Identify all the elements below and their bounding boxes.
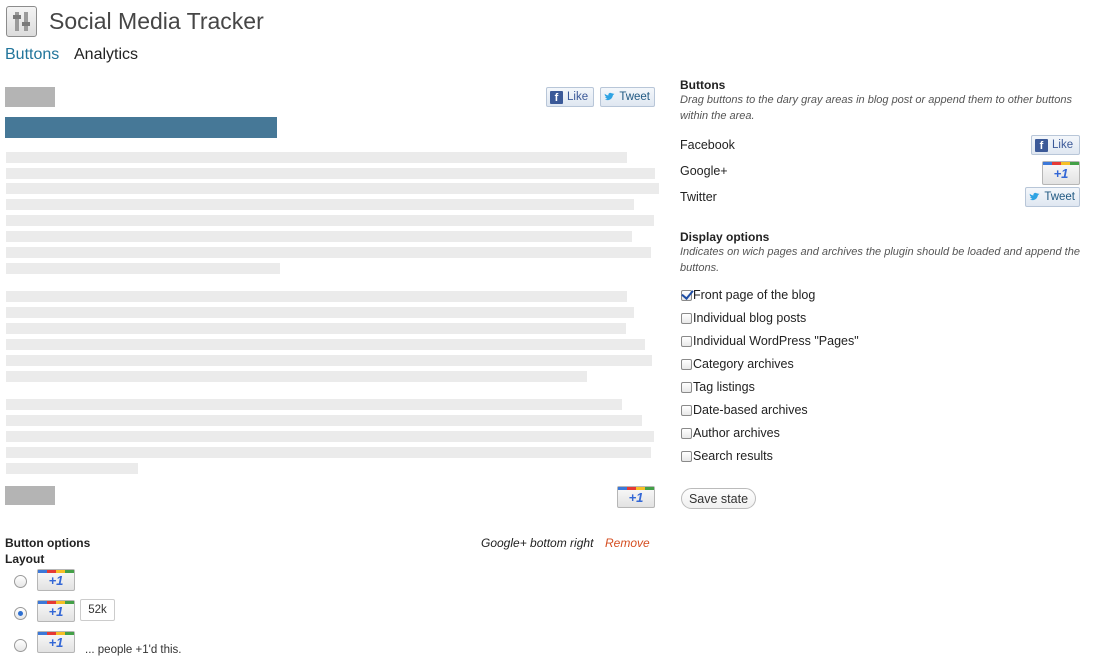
network-label-googleplus: Google+: [680, 164, 728, 178]
network-label-facebook: Facebook: [680, 138, 735, 152]
checkbox-date-archives[interactable]: [681, 404, 692, 416]
option-tag-listings[interactable]: Tag listings: [681, 380, 755, 394]
count-bubble: 52k: [80, 599, 115, 621]
button-options-heading: Button options: [5, 536, 91, 550]
top-left-drop-zone[interactable]: [5, 87, 55, 107]
plugin-logo-icon: [6, 6, 37, 37]
text-line-placeholder: [6, 355, 652, 366]
twitter-bird-icon: [1029, 192, 1040, 201]
option-label: Author archives: [693, 426, 780, 440]
post-title-placeholder: [5, 117, 277, 138]
text-line-placeholder: [6, 323, 626, 334]
layout-gplus-button: +1: [37, 631, 75, 653]
text-line-placeholder: [6, 183, 659, 194]
text-line-placeholder: [6, 371, 587, 382]
text-line-placeholder: [6, 247, 651, 258]
text-line-placeholder: [6, 215, 654, 226]
layout-radio-bubble[interactable]: [14, 607, 27, 620]
save-state-button[interactable]: Save state: [681, 488, 756, 509]
option-date-archives[interactable]: Date-based archives: [681, 403, 808, 417]
text-line-placeholder: [6, 291, 627, 302]
buttons-description: Drag buttons to the dary gray areas in b…: [680, 94, 1072, 122]
text-line-placeholder: [6, 168, 655, 179]
text-line-placeholder: [6, 431, 654, 442]
checkbox-tag-listings[interactable]: [681, 381, 692, 393]
layout-gplus-button: +1: [37, 600, 75, 622]
facebook-like-button[interactable]: f Like: [1031, 135, 1080, 155]
checkbox-author-archives[interactable]: [681, 427, 692, 439]
preview-twitter-tweet-button[interactable]: Tweet: [600, 87, 655, 107]
preview-gplus-button[interactable]: +1: [617, 486, 655, 508]
option-blog-posts[interactable]: Individual blog posts: [681, 311, 806, 325]
text-line-placeholder: [6, 339, 645, 350]
option-wordpress-pages[interactable]: Individual WordPress "Pages": [681, 334, 859, 348]
bottom-left-drop-zone[interactable]: [5, 486, 55, 505]
option-label: Individual blog posts: [693, 311, 807, 325]
option-front-page[interactable]: Front page of the blog: [681, 288, 815, 302]
facebook-like-label: Like: [567, 91, 589, 103]
text-line-placeholder: [6, 199, 634, 210]
preview-facebook-like-button[interactable]: f Like: [546, 87, 594, 107]
option-label: Date-based archives: [693, 403, 808, 417]
twitter-tweet-button[interactable]: Tweet: [1025, 187, 1080, 207]
option-label: Individual WordPress "Pages": [693, 334, 859, 348]
text-line-placeholder: [6, 307, 634, 318]
page-title: Social Media Tracker: [49, 8, 264, 34]
tab-buttons[interactable]: Buttons: [5, 45, 59, 65]
option-category-archives[interactable]: Category archives: [681, 357, 794, 371]
twitter-tweet-label: Tweet: [1044, 191, 1075, 203]
display-options-description: Indicates on wich pages and archives the…: [680, 246, 1080, 274]
option-label: Front page of the blog: [693, 288, 816, 302]
layout-radio-inline[interactable]: [14, 639, 27, 652]
text-line-placeholder: [6, 463, 138, 474]
display-options-heading: Display options: [680, 230, 770, 244]
checkbox-blog-posts[interactable]: [681, 312, 692, 324]
remove-link[interactable]: Remove: [605, 536, 650, 550]
tab-analytics[interactable]: Analytics: [74, 45, 138, 65]
layout-gplus-button: +1: [37, 569, 75, 591]
googleplus-button[interactable]: +1: [1042, 161, 1080, 185]
layout-radio-standard[interactable]: [14, 575, 27, 588]
facebook-icon: f: [550, 90, 563, 104]
checkbox-category-archives[interactable]: [681, 358, 692, 370]
checkbox-front-page[interactable]: [681, 289, 692, 301]
network-label-twitter: Twitter: [680, 190, 717, 204]
checkbox-wordpress-pages[interactable]: [681, 335, 692, 347]
option-search-results[interactable]: Search results: [681, 449, 773, 463]
option-label: Category archives: [693, 357, 794, 371]
button-position-label: Google+ bottom right: [481, 536, 594, 550]
twitter-tweet-label: Tweet: [619, 91, 650, 103]
text-line-placeholder: [6, 447, 651, 458]
layout-label: Layout: [5, 552, 45, 566]
option-author-archives[interactable]: Author archives: [681, 426, 780, 440]
facebook-icon: f: [1035, 138, 1048, 152]
text-line-placeholder: [6, 231, 632, 242]
option-label: Tag listings: [693, 380, 755, 394]
option-label: Search results: [693, 449, 773, 463]
text-line-placeholder: [6, 415, 642, 426]
inline-annotation-text: ... people +1'd this.: [85, 644, 182, 656]
text-line-placeholder: [6, 263, 280, 274]
buttons-heading: Buttons: [680, 78, 726, 92]
facebook-like-label: Like: [1052, 139, 1074, 151]
text-line-placeholder: [6, 399, 622, 410]
checkbox-search-results[interactable]: [681, 450, 692, 462]
twitter-bird-icon: [604, 92, 615, 101]
text-line-placeholder: [6, 152, 627, 163]
